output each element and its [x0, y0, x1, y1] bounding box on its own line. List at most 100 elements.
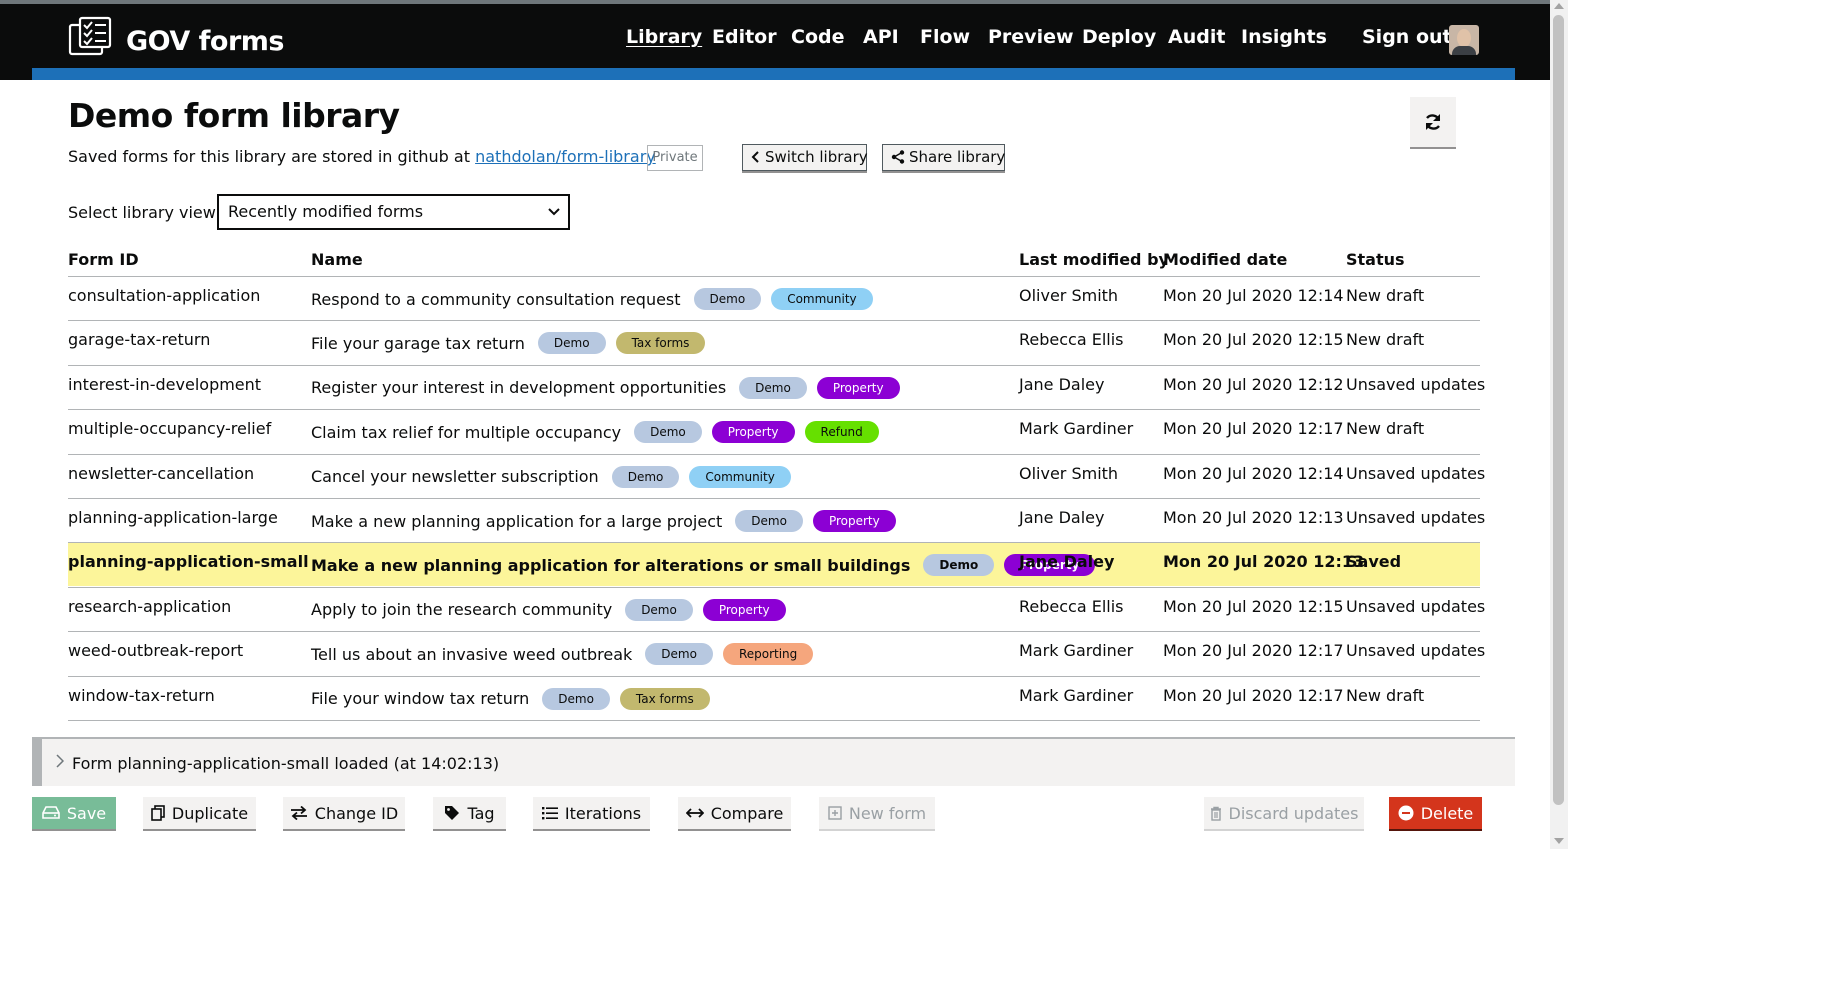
- discard-updates-button[interactable]: Discard updates: [1204, 797, 1364, 829]
- repo-link[interactable]: nathdolan/form-library: [475, 147, 656, 166]
- modified-date-cell: Mon 20 Jul 2020 12:14: [1163, 463, 1344, 483]
- tag-badge[interactable]: Tax forms: [619, 687, 710, 710]
- form-id-cell: interest-in-development: [68, 374, 262, 394]
- form-id-cell: window-tax-return: [68, 685, 215, 705]
- new-form-button[interactable]: New form: [819, 797, 935, 829]
- private-badge: Private: [647, 145, 703, 171]
- nav-code[interactable]: Code: [791, 26, 844, 56]
- tag-badge[interactable]: Demo: [923, 554, 995, 577]
- scroll-up-icon[interactable]: [1554, 3, 1564, 9]
- switch-library-button[interactable]: Switch library: [742, 144, 868, 171]
- form-id-cell: planning-application-small: [68, 552, 309, 572]
- minus-circle-icon: [1398, 805, 1414, 821]
- tag-badge[interactable]: Community: [689, 465, 791, 488]
- status-cell: Saved: [1346, 552, 1402, 572]
- iterations-label: Iterations: [564, 803, 642, 823]
- nav-editor[interactable]: Editor: [712, 26, 777, 56]
- tag-badge[interactable]: Demo: [645, 643, 713, 666]
- library-description: Saved forms for this library are stored …: [68, 147, 656, 166]
- chevron-right-icon[interactable]: [56, 754, 64, 768]
- sign-out-link[interactable]: Sign out: [1362, 26, 1452, 56]
- chevron-down-icon: [548, 208, 560, 216]
- status-cell: Unsaved updates: [1346, 508, 1486, 527]
- avatar[interactable]: [1449, 25, 1479, 55]
- delete-label: Delete: [1420, 803, 1474, 823]
- table-row[interactable]: interest-in-development Register your int…: [68, 364, 1485, 409]
- list-icon: [541, 807, 558, 820]
- nav-library[interactable]: Library: [626, 26, 702, 56]
- refresh-button[interactable]: [1410, 97, 1456, 147]
- modified-date-cell: Mon 20 Jul 2020 12:17: [1163, 419, 1344, 439]
- nav-deploy[interactable]: Deploy: [1082, 26, 1156, 56]
- tag-badge[interactable]: Refund: [804, 421, 879, 444]
- form-name-text: Cancel your newsletter subscription: [311, 467, 599, 487]
- tag-badge[interactable]: Property: [702, 598, 786, 621]
- nav-audit[interactable]: Audit: [1168, 26, 1225, 56]
- tag-badge[interactable]: Property: [812, 510, 896, 532]
- form-name-text: Respond to a community consultation requ…: [311, 289, 681, 309]
- last-modified-by-cell: Oliver Smith: [1019, 463, 1119, 483]
- forms-logo-icon[interactable]: [68, 16, 112, 56]
- table-row[interactable]: weed-outbreak-report Tell us about an inv…: [68, 631, 1485, 675]
- form-name-cell: Register your interest in development op…: [311, 376, 900, 399]
- duplicate-button[interactable]: Duplicate: [143, 797, 256, 829]
- last-modified-by-cell: Rebecca Ellis: [1019, 330, 1124, 350]
- exchange-icon: [290, 806, 307, 820]
- column-header-modified-date[interactable]: Modified date: [1163, 250, 1287, 269]
- compare-button[interactable]: Compare: [678, 797, 791, 829]
- tag-badge[interactable]: Demo: [693, 288, 762, 310]
- change-id-button[interactable]: Change ID: [283, 797, 405, 829]
- tag-button[interactable]: Tag: [433, 797, 506, 829]
- table-row[interactable]: consultation-application Respond to a com…: [68, 276, 1480, 320]
- tag-badge[interactable]: Demo: [537, 332, 606, 355]
- save-label: Save: [66, 803, 107, 823]
- scroll-down-icon[interactable]: [1554, 838, 1564, 844]
- tag-badge[interactable]: Demo: [634, 421, 702, 444]
- delete-button[interactable]: Delete: [1389, 797, 1482, 829]
- scrollbar-thumb[interactable]: [1553, 15, 1564, 805]
- table-row[interactable]: research-application Apply to join the re…: [68, 586, 1485, 631]
- tag-badge[interactable]: Demo: [735, 510, 803, 532]
- form-name-cell: Make a new planning application for a la…: [311, 510, 896, 532]
- modified-date-cell: Mon 20 Jul 2020 12:12: [1163, 374, 1344, 394]
- table-row[interactable]: window-tax-return File your window tax re…: [68, 675, 1480, 720]
- table-row[interactable]: newsletter-cancellation Cancel your newsl…: [68, 453, 1485, 498]
- tag-badge[interactable]: Demo: [542, 687, 610, 710]
- form-id-cell: multiple-occupancy-relief: [68, 419, 272, 439]
- save-button[interactable]: Save: [32, 797, 116, 829]
- library-view-select[interactable]: Recently modified forms: [217, 194, 570, 230]
- nav-api[interactable]: API: [863, 26, 899, 56]
- form-name-cell: File your window tax return Demo Tax forms: [311, 687, 710, 710]
- last-modified-by-cell: Oliver Smith: [1019, 286, 1119, 305]
- nav-flow[interactable]: Flow: [920, 26, 970, 56]
- column-header-status[interactable]: Status: [1346, 250, 1405, 269]
- tag-label: Tag: [467, 803, 495, 823]
- nav-insights[interactable]: Insights: [1241, 26, 1327, 56]
- change-id-label: Change ID: [314, 803, 399, 823]
- last-modified-by-cell: Jane Daley: [1019, 374, 1105, 394]
- status-cell: Unsaved updates: [1346, 463, 1486, 483]
- share-library-button[interactable]: Share library: [882, 144, 1005, 171]
- tag-badge[interactable]: Demo: [739, 376, 807, 399]
- last-modified-by-cell: Mark Gardiner: [1019, 641, 1134, 661]
- brand-name[interactable]: GOV forms: [126, 26, 285, 57]
- table-row[interactable]: planning-application-small Make a new pla…: [68, 542, 1480, 587]
- tag-badge[interactable]: Property: [816, 376, 900, 399]
- last-modified-by-cell: Rebecca Ellis: [1019, 596, 1124, 616]
- table-row[interactable]: planning-application-large Make a new pla…: [68, 498, 1485, 542]
- tag-badge[interactable]: Community: [771, 288, 873, 310]
- table-row[interactable]: garage-tax-return File your garage tax re…: [68, 320, 1480, 364]
- column-header-name[interactable]: Name: [311, 250, 363, 269]
- tag-badge[interactable]: Reporting: [722, 643, 814, 666]
- column-header-last-modified-by[interactable]: Last modified by: [1019, 250, 1169, 269]
- status-log-panel[interactable]: Form planning-application-small loaded (…: [32, 737, 1515, 786]
- nav-preview[interactable]: Preview: [988, 26, 1074, 56]
- last-modified-by-cell: Mark Gardiner: [1019, 419, 1134, 439]
- table-row[interactable]: multiple-occupancy-relief Claim tax relie…: [68, 409, 1480, 453]
- tag-badge[interactable]: Demo: [625, 598, 693, 621]
- column-header-form-id[interactable]: Form ID: [68, 250, 139, 269]
- tag-badge[interactable]: Tax forms: [615, 332, 706, 355]
- tag-badge[interactable]: Property: [711, 421, 795, 444]
- tag-badge[interactable]: Demo: [611, 465, 680, 488]
- iterations-button[interactable]: Iterations: [533, 797, 650, 829]
